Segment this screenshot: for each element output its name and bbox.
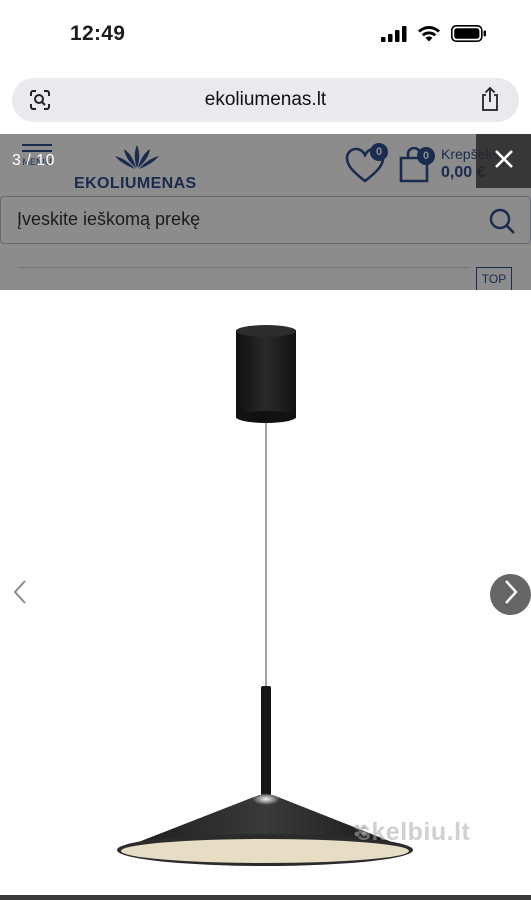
image-counter: 3 / 10: [12, 152, 56, 169]
signal-icon: [381, 25, 407, 47]
url-text[interactable]: ekoliumenas.lt: [12, 89, 519, 111]
status-icons: [381, 25, 487, 47]
address-bar[interactable]: ekoliumenas.lt: [12, 78, 519, 122]
product-image: skelbiu.lt: [0, 290, 531, 900]
close-button[interactable]: [476, 134, 531, 188]
next-image-button[interactable]: [490, 574, 531, 615]
share-icon[interactable]: [479, 86, 501, 117]
chevron-right-icon: [503, 579, 519, 610]
pendant-lamp-image: [117, 325, 413, 866]
previous-image-button[interactable]: [0, 574, 40, 614]
status-time: 12:49: [70, 22, 126, 45]
bottom-strip: [0, 895, 531, 900]
wifi-icon: [417, 25, 441, 47]
watermark: skelbiu.lt: [357, 818, 471, 846]
chevron-left-icon: [12, 579, 28, 610]
battery-icon: [451, 25, 487, 47]
close-icon: [493, 148, 515, 175]
status-bar: 12:49: [0, 0, 531, 70]
